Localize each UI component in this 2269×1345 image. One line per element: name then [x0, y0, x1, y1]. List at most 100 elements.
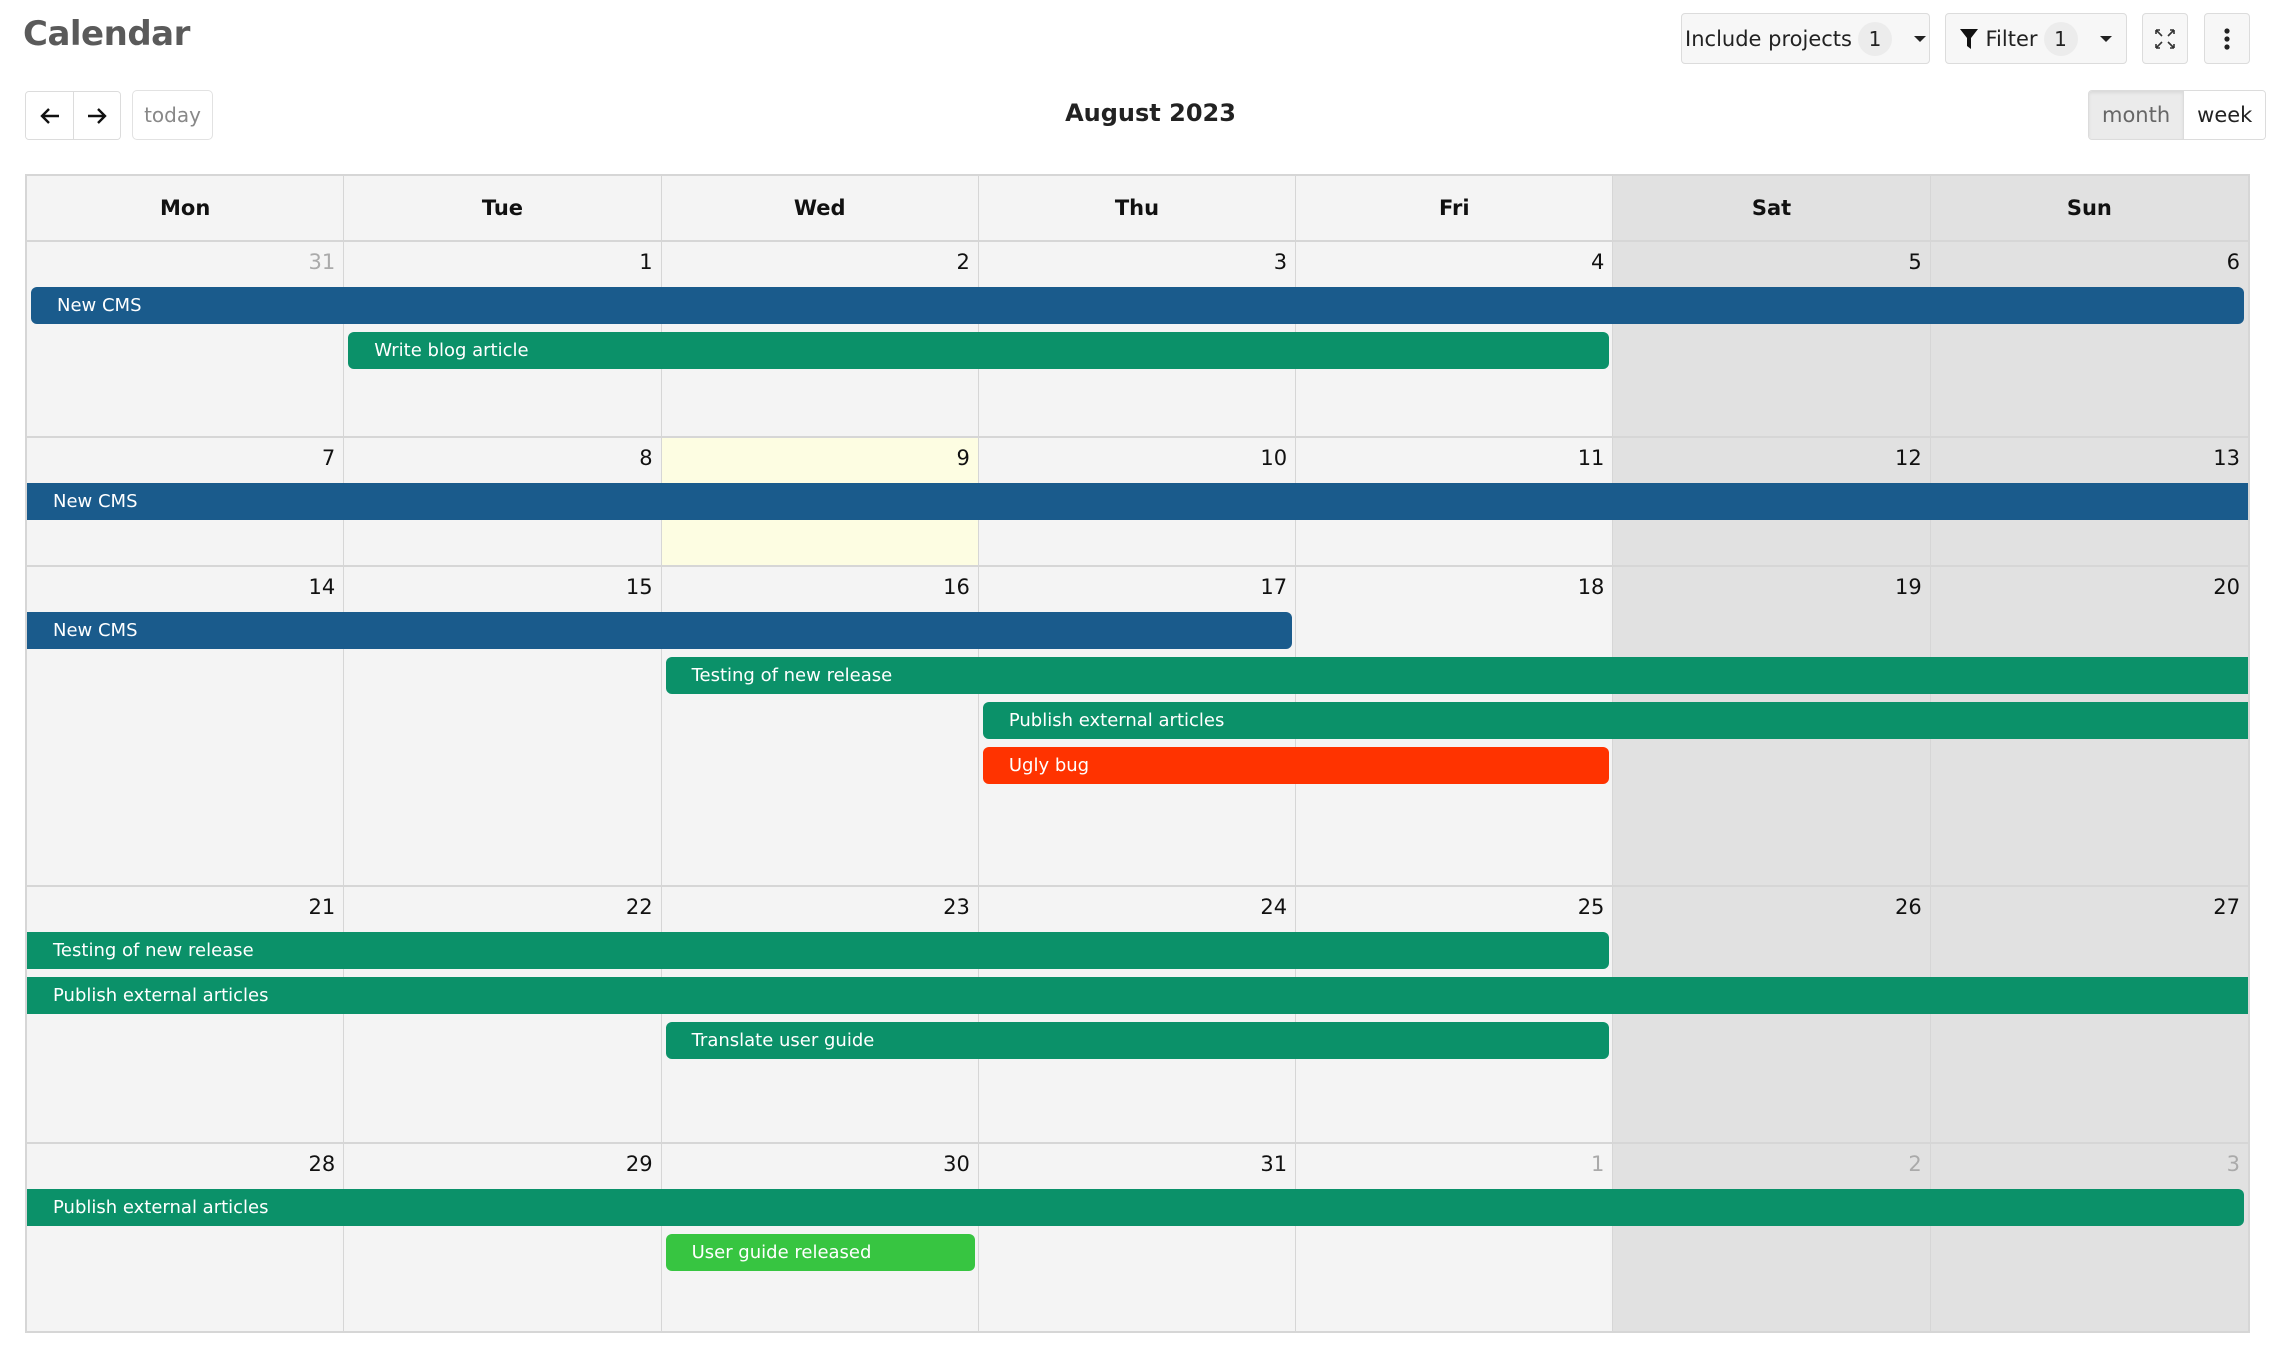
day-cell[interactable]: 29 [344, 1144, 662, 1331]
event-title: Write blog article [374, 340, 529, 361]
day-cell[interactable]: 25 [1296, 887, 1614, 1142]
filter-count-badge: 1 [2043, 21, 2078, 56]
event-title: Testing of new release [53, 940, 254, 961]
caret-down-icon [1913, 35, 1926, 42]
day-number[interactable]: 14 [309, 575, 336, 599]
day-cell[interactable]: 23 [662, 887, 979, 1142]
day-number[interactable]: 12 [1895, 446, 1922, 470]
day-number[interactable]: 17 [1260, 575, 1287, 599]
day-number[interactable]: 1 [1591, 1152, 1604, 1176]
day-number[interactable]: 5 [1908, 250, 1921, 274]
event-title: New CMS [53, 620, 138, 641]
day-number[interactable]: 18 [1578, 575, 1605, 599]
day-number[interactable]: 11 [1578, 446, 1605, 470]
day-number[interactable]: 7 [322, 446, 335, 470]
more-options-button[interactable] [2204, 13, 2250, 64]
day-number[interactable]: 10 [1260, 446, 1287, 470]
arrow-right-icon [88, 107, 107, 124]
weekday-header-wed: Wed [661, 176, 979, 242]
day-cell[interactable]: 22 [344, 887, 662, 1142]
event-bar[interactable]: Publish external articles [982, 702, 2248, 739]
day-cell[interactable]: 28 [27, 1144, 345, 1331]
day-cell[interactable]: 26 [1613, 887, 1931, 1142]
filter-label: Filter [1985, 26, 2038, 51]
week-row: 14 15 16 17 18 19 20 New CMS Testing of new rele… [27, 565, 2248, 885]
day-number[interactable]: 22 [626, 895, 653, 919]
event-bar[interactable]: Ugly bug [982, 747, 1610, 784]
event-bar[interactable]: Translate user guide [665, 1022, 1610, 1059]
day-number[interactable]: 27 [2213, 895, 2240, 919]
prev-button[interactable] [26, 92, 73, 139]
day-number[interactable]: 21 [309, 895, 336, 919]
view-month-button[interactable]: month [2089, 91, 2185, 139]
day-number[interactable]: 13 [2213, 446, 2240, 470]
event-bar[interactable]: Write blog article [348, 332, 1610, 369]
day-cell[interactable]: 31 [27, 242, 345, 436]
event-bar[interactable]: Testing of new release [665, 657, 2248, 694]
day-number[interactable]: 20 [2213, 575, 2240, 599]
fullscreen-button[interactable] [2142, 13, 2188, 64]
event-bar[interactable]: New CMS [31, 287, 2244, 324]
day-cell[interactable]: 27 [1930, 887, 2248, 1142]
arrow-left-icon [39, 107, 59, 124]
day-number[interactable]: 2 [956, 250, 969, 274]
weekday-header-tue: Tue [344, 176, 662, 242]
event-bar[interactable]: User guide released [665, 1234, 975, 1271]
kebab-menu-icon [2224, 27, 2230, 50]
day-number[interactable]: 19 [1895, 575, 1922, 599]
event-bar[interactable]: New CMS [27, 483, 2248, 520]
day-cell[interactable]: 24 [979, 887, 1297, 1142]
week-row: 7 8 9 10 11 12 13 New CMS [27, 436, 2248, 565]
day-cell[interactable]: 6 [1930, 242, 2248, 436]
day-number[interactable]: 31 [309, 250, 336, 274]
day-cell[interactable]: 3 [1930, 1144, 2248, 1331]
event-bar[interactable]: New CMS [27, 612, 1293, 649]
day-cell[interactable]: 1 [1296, 1144, 1614, 1331]
view-week-button[interactable]: week [2184, 91, 2266, 139]
day-number[interactable]: 4 [1591, 250, 1604, 274]
weekday-header-thu: Thu [978, 176, 1297, 242]
include-projects-count-badge: 1 [1857, 21, 1892, 56]
day-cell[interactable]: 31 [979, 1144, 1297, 1331]
event-title: Publish external articles [1008, 710, 1225, 731]
day-number[interactable]: 2 [1908, 1152, 1921, 1176]
filter-dropdown[interactable]: Filter 1 [1945, 13, 2127, 64]
event-bar[interactable]: Testing of new release [27, 932, 1610, 969]
next-button[interactable] [73, 92, 120, 139]
day-number[interactable]: 26 [1895, 895, 1922, 919]
day-number[interactable]: 30 [943, 1152, 970, 1176]
day-number[interactable]: 31 [1260, 1152, 1287, 1176]
day-number[interactable]: 6 [2227, 250, 2240, 274]
day-number[interactable]: 8 [639, 446, 652, 470]
event-title: New CMS [53, 491, 138, 512]
event-bar[interactable]: Publish external articles [27, 1189, 2244, 1226]
view-switcher: month week [2088, 90, 2267, 140]
day-cell[interactable]: 2 [1613, 1144, 1931, 1331]
day-number[interactable]: 3 [2227, 1152, 2240, 1176]
day-number[interactable]: 28 [309, 1152, 336, 1176]
weekday-header-sat: Sat [1613, 176, 1931, 242]
event-bar[interactable]: Publish external articles [27, 977, 2248, 1014]
calendar-grid: Mon Tue Wed Thu Fri Sat Sun 31 1 2 3 4 5 6 New CMS Writ… [25, 174, 2250, 1333]
event-title: User guide released [691, 1242, 872, 1263]
day-number[interactable]: 16 [943, 575, 970, 599]
event-title: New CMS [57, 295, 142, 316]
event-title: Testing of new release [691, 665, 893, 686]
caret-down-icon [2099, 35, 2112, 42]
day-cell[interactable]: 5 [1613, 242, 1931, 436]
day-number[interactable]: 25 [1578, 895, 1605, 919]
week-row: 21 22 23 24 25 26 27 Testing of new release Publ… [27, 885, 2248, 1142]
prev-next-group [25, 91, 121, 140]
day-number[interactable]: 3 [1274, 250, 1287, 274]
day-number[interactable]: 9 [956, 446, 969, 470]
day-number[interactable]: 23 [943, 895, 970, 919]
day-number[interactable]: 29 [626, 1152, 653, 1176]
include-projects-dropdown[interactable]: Include projects 1 [1681, 13, 1930, 64]
week-row: 31 1 2 3 4 5 6 New CMS Write blog article [27, 242, 2248, 436]
day-number[interactable]: 1 [639, 250, 652, 274]
weekday-header-fri: Fri [1296, 176, 1614, 242]
day-cell[interactable]: 21 [27, 887, 345, 1142]
today-button[interactable]: today [132, 90, 213, 140]
day-number[interactable]: 24 [1260, 895, 1287, 919]
day-number[interactable]: 15 [626, 575, 653, 599]
